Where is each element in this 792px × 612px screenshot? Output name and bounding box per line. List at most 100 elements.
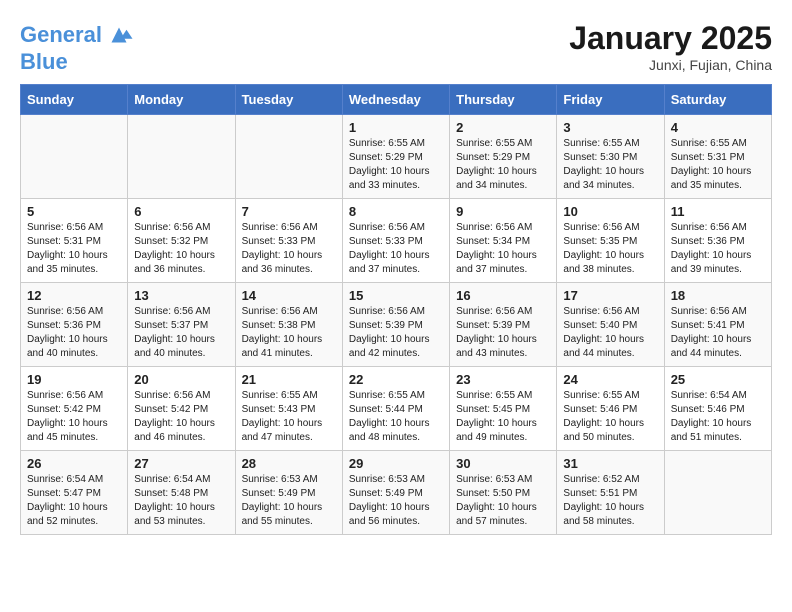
- day-info: Sunrise: 6:54 AMSunset: 5:47 PMDaylight:…: [27, 473, 121, 529]
- day-info: Sunrise: 6:56 AMSunset: 5:39 PMDaylight:…: [456, 305, 550, 361]
- calendar-cell: 20 Sunrise: 6:56 AMSunset: 5:42 PMDayligh…: [128, 367, 235, 451]
- calendar-header-row: SundayMondayTuesdayWednesdayThursdayFrid…: [21, 85, 772, 115]
- page-header: General Blue January 2025 Junxi, Fujian,…: [20, 20, 772, 74]
- calendar-cell: 17Sunrise: 6:56 AMSunset: 5:40 PMDayligh…: [557, 283, 664, 367]
- calendar-cell: 26 Sunrise: 6:54 AMSunset: 5:47 PMDayligh…: [21, 451, 128, 535]
- calendar-cell: 2 Sunrise: 6:55 AMSunset: 5:29 PMDaylight…: [450, 115, 557, 199]
- day-number: 8: [349, 204, 443, 219]
- calendar-cell: 31Sunrise: 6:52 AMSunset: 5:51 PMDayligh…: [557, 451, 664, 535]
- calendar-week-row: 12 Sunrise: 6:56 AMSunset: 5:36 PMDayligh…: [21, 283, 772, 367]
- calendar-cell: 18 Sunrise: 6:56 AMSunset: 5:41 PMDayligh…: [664, 283, 771, 367]
- calendar-table: SundayMondayTuesdayWednesdayThursdayFrid…: [20, 84, 772, 535]
- day-info: Sunrise: 6:53 AMSunset: 5:50 PMDaylight:…: [456, 473, 550, 529]
- day-info: Sunrise: 6:55 AMSunset: 5:44 PMDaylight:…: [349, 389, 443, 445]
- day-number: 13: [134, 288, 228, 303]
- calendar-cell: 10Sunrise: 6:56 AMSunset: 5:35 PMDayligh…: [557, 199, 664, 283]
- calendar-cell: 8 Sunrise: 6:56 AMSunset: 5:33 PMDaylight…: [342, 199, 449, 283]
- calendar-cell: 19 Sunrise: 6:56 AMSunset: 5:42 PMDayligh…: [21, 367, 128, 451]
- day-info: Sunrise: 6:55 AMSunset: 5:43 PMDaylight:…: [242, 389, 336, 445]
- calendar-cell: 9 Sunrise: 6:56 AMSunset: 5:34 PMDaylight…: [450, 199, 557, 283]
- calendar-week-row: 5 Sunrise: 6:56 AMSunset: 5:31 PMDaylight…: [21, 199, 772, 283]
- day-info: Sunrise: 6:54 AMSunset: 5:48 PMDaylight:…: [134, 473, 228, 529]
- calendar-cell: 4Sunrise: 6:55 AMSunset: 5:31 PMDaylight…: [664, 115, 771, 199]
- col-header-thursday: Thursday: [450, 85, 557, 115]
- day-info: Sunrise: 6:56 AMSunset: 5:42 PMDaylight:…: [134, 389, 228, 445]
- calendar-cell: [235, 115, 342, 199]
- day-number: 7: [242, 204, 336, 219]
- day-number: 16: [456, 288, 550, 303]
- calendar-week-row: 26 Sunrise: 6:54 AMSunset: 5:47 PMDayligh…: [21, 451, 772, 535]
- day-number: 21: [242, 372, 336, 387]
- day-number: 3: [563, 120, 657, 135]
- day-info: Sunrise: 6:55 AMSunset: 5:30 PMDaylight:…: [563, 137, 657, 193]
- day-info: Sunrise: 6:56 AMSunset: 5:31 PMDaylight:…: [27, 221, 121, 277]
- calendar-week-row: 1 Sunrise: 6:55 AMSunset: 5:29 PMDaylight…: [21, 115, 772, 199]
- day-number: 28: [242, 456, 336, 471]
- day-info: Sunrise: 6:54 AMSunset: 5:46 PMDaylight:…: [671, 389, 765, 445]
- day-info: Sunrise: 6:53 AMSunset: 5:49 PMDaylight:…: [242, 473, 336, 529]
- day-number: 1: [349, 120, 443, 135]
- calendar-cell: 28 Sunrise: 6:53 AMSunset: 5:49 PMDayligh…: [235, 451, 342, 535]
- title-block: January 2025 Junxi, Fujian, China: [569, 20, 772, 73]
- day-info: Sunrise: 6:56 AMSunset: 5:42 PMDaylight:…: [27, 389, 121, 445]
- day-number: 31: [563, 456, 657, 471]
- day-number: 11: [671, 204, 765, 219]
- col-header-saturday: Saturday: [664, 85, 771, 115]
- calendar-cell: [21, 115, 128, 199]
- calendar-cell: 30 Sunrise: 6:53 AMSunset: 5:50 PMDayligh…: [450, 451, 557, 535]
- day-number: 10: [563, 204, 657, 219]
- day-info: Sunrise: 6:56 AMSunset: 5:38 PMDaylight:…: [242, 305, 336, 361]
- day-number: 2: [456, 120, 550, 135]
- day-info: Sunrise: 6:56 AMSunset: 5:33 PMDaylight:…: [242, 221, 336, 277]
- day-number: 23: [456, 372, 550, 387]
- day-number: 5: [27, 204, 121, 219]
- day-number: 12: [27, 288, 121, 303]
- location-subtitle: Junxi, Fujian, China: [569, 57, 772, 73]
- col-header-tuesday: Tuesday: [235, 85, 342, 115]
- calendar-cell: 23 Sunrise: 6:55 AMSunset: 5:45 PMDayligh…: [450, 367, 557, 451]
- day-number: 26: [27, 456, 121, 471]
- logo-text: General: [20, 23, 102, 47]
- day-number: 30: [456, 456, 550, 471]
- day-number: 24: [563, 372, 657, 387]
- day-info: Sunrise: 6:55 AMSunset: 5:29 PMDaylight:…: [456, 137, 550, 193]
- month-title: January 2025: [569, 20, 772, 57]
- day-number: 19: [27, 372, 121, 387]
- calendar-cell: 16 Sunrise: 6:56 AMSunset: 5:39 PMDayligh…: [450, 283, 557, 367]
- calendar-cell: 22 Sunrise: 6:55 AMSunset: 5:44 PMDayligh…: [342, 367, 449, 451]
- col-header-monday: Monday: [128, 85, 235, 115]
- day-number: 18: [671, 288, 765, 303]
- calendar-cell: 21 Sunrise: 6:55 AMSunset: 5:43 PMDayligh…: [235, 367, 342, 451]
- day-number: 20: [134, 372, 228, 387]
- day-number: 27: [134, 456, 228, 471]
- calendar-cell: 14 Sunrise: 6:56 AMSunset: 5:38 PMDayligh…: [235, 283, 342, 367]
- logo-text-blue: Blue: [20, 50, 134, 74]
- day-info: Sunrise: 6:56 AMSunset: 5:37 PMDaylight:…: [134, 305, 228, 361]
- logo: General Blue: [20, 20, 134, 74]
- day-info: Sunrise: 6:56 AMSunset: 5:32 PMDaylight:…: [134, 221, 228, 277]
- day-info: Sunrise: 6:56 AMSunset: 5:34 PMDaylight:…: [456, 221, 550, 277]
- logo-icon: [104, 20, 134, 50]
- col-header-wednesday: Wednesday: [342, 85, 449, 115]
- calendar-cell: 6 Sunrise: 6:56 AMSunset: 5:32 PMDaylight…: [128, 199, 235, 283]
- calendar-cell: 13 Sunrise: 6:56 AMSunset: 5:37 PMDayligh…: [128, 283, 235, 367]
- calendar-cell: 7 Sunrise: 6:56 AMSunset: 5:33 PMDaylight…: [235, 199, 342, 283]
- col-header-sunday: Sunday: [21, 85, 128, 115]
- day-number: 22: [349, 372, 443, 387]
- day-info: Sunrise: 6:56 AMSunset: 5:33 PMDaylight:…: [349, 221, 443, 277]
- calendar-cell: [664, 451, 771, 535]
- day-number: 6: [134, 204, 228, 219]
- calendar-cell: 3 Sunrise: 6:55 AMSunset: 5:30 PMDaylight…: [557, 115, 664, 199]
- calendar-cell: 29Sunrise: 6:53 AMSunset: 5:49 PMDayligh…: [342, 451, 449, 535]
- calendar-cell: 24Sunrise: 6:55 AMSunset: 5:46 PMDayligh…: [557, 367, 664, 451]
- day-info: Sunrise: 6:55 AMSunset: 5:29 PMDaylight:…: [349, 137, 443, 193]
- day-info: Sunrise: 6:55 AMSunset: 5:45 PMDaylight:…: [456, 389, 550, 445]
- day-number: 14: [242, 288, 336, 303]
- day-number: 25: [671, 372, 765, 387]
- day-info: Sunrise: 6:56 AMSunset: 5:41 PMDaylight:…: [671, 305, 765, 361]
- day-number: 17: [563, 288, 657, 303]
- day-info: Sunrise: 6:56 AMSunset: 5:36 PMDaylight:…: [27, 305, 121, 361]
- calendar-cell: 11Sunrise: 6:56 AMSunset: 5:36 PMDayligh…: [664, 199, 771, 283]
- day-number: 4: [671, 120, 765, 135]
- day-number: 9: [456, 204, 550, 219]
